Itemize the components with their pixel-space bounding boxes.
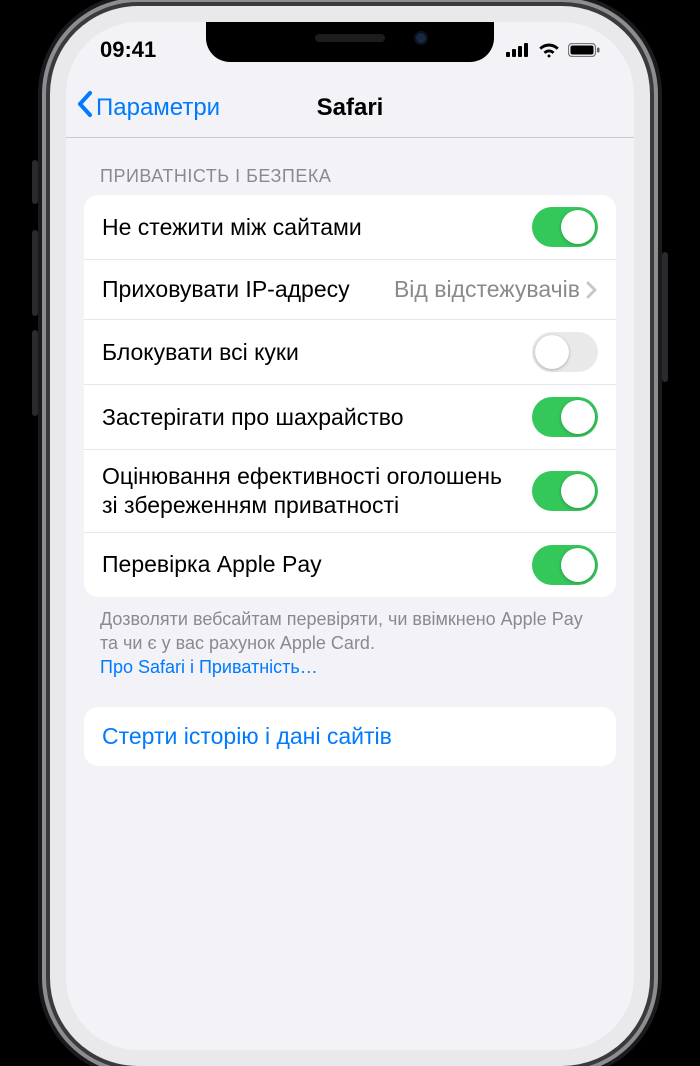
row-block-all-cookies: Блокувати всі куки (84, 319, 616, 384)
row-prevent-cross-site-tracking: Не стежити між сайтами (84, 195, 616, 259)
wifi-icon (538, 42, 560, 58)
about-safari-privacy-link[interactable]: Про Safari і Приватність… (100, 657, 318, 677)
battery-icon (568, 43, 600, 57)
row-hide-ip-address[interactable]: Приховувати IP-адресу Від відстежувачів (84, 259, 616, 319)
row-label: Приховувати IP-адресу (102, 275, 384, 304)
row-label: Не стежити між сайтами (102, 213, 522, 242)
chevron-left-icon (76, 90, 96, 125)
row-label: Оцінювання ефективності оголошень зі збе… (102, 462, 522, 520)
clear-history-button[interactable]: Стерти історію і дані сайтів (84, 707, 616, 766)
toggle-apple-pay-check[interactable] (532, 545, 598, 585)
row-ad-effectiveness: Оцінювання ефективності оголошень зі збе… (84, 449, 616, 532)
row-label: Застерігати про шахрайство (102, 403, 522, 432)
settings-group-privacy: Не стежити між сайтами Приховувати IP-ад… (84, 195, 616, 597)
signal-icon (506, 43, 530, 57)
chevron-right-icon (586, 281, 598, 299)
back-label: Параметри (96, 94, 220, 122)
toggle-fraud-warning[interactable] (532, 397, 598, 437)
toggle-ad-effectiveness[interactable] (532, 471, 598, 511)
page-title: Safari (317, 94, 384, 122)
toggle-prevent-cross-site-tracking[interactable] (532, 207, 598, 247)
footer-text: Дозволяти вебсайтам перевіряти, чи ввімк… (100, 609, 583, 653)
power-btn (662, 252, 668, 382)
row-label: Блокувати всі куки (102, 338, 522, 367)
phone-frame: 09:41 (50, 6, 650, 1066)
mute-switch (32, 160, 38, 204)
back-button[interactable]: Параметри (76, 78, 220, 137)
row-value: Від відстежувачів (394, 276, 580, 303)
clear-history-label: Стерти історію і дані сайтів (102, 723, 392, 749)
section-header-privacy: ПРИВАТНІСТЬ І БЕЗПЕКА (84, 138, 616, 195)
volume-up-btn (32, 230, 38, 316)
status-bar: 09:41 (66, 22, 634, 78)
row-label: Перевірка Apple Pay (102, 550, 522, 579)
volume-down-btn (32, 330, 38, 416)
navbar: Параметри Safari (66, 78, 634, 138)
row-fraud-warning: Застерігати про шахрайство (84, 384, 616, 449)
toggle-block-all-cookies[interactable] (532, 332, 598, 372)
row-apple-pay-check: Перевірка Apple Pay (84, 532, 616, 597)
section-footer-privacy: Дозволяти вебсайтам перевіряти, чи ввімк… (84, 597, 616, 680)
screen: 09:41 (66, 22, 634, 1050)
status-time: 09:41 (100, 37, 156, 63)
